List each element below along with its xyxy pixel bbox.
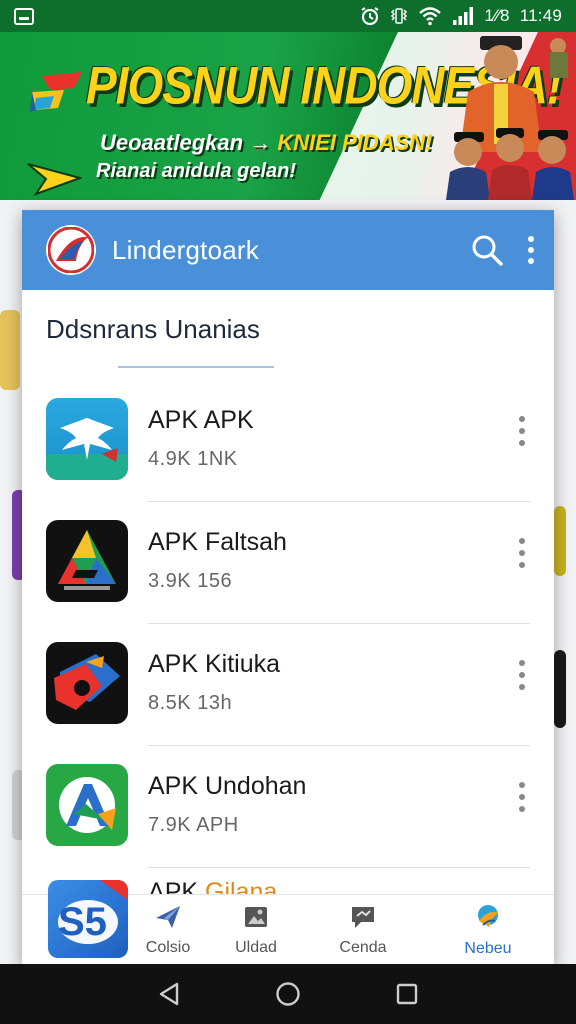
green-check-logo-icon xyxy=(46,764,128,846)
banner-people-illustration xyxy=(446,32,576,200)
screen: 1⁄⁄8 11:49 PIOSNUN INDONESIA! Ueoaatlegk… xyxy=(0,0,576,1024)
banner-subtitle-1: Ueoaatlegkan → KNIEI PIDASN! xyxy=(100,130,433,156)
nav-item-nebeu[interactable]: Nebeu xyxy=(422,895,554,966)
app-meta: 7.9K APH xyxy=(148,814,239,836)
notification-icon xyxy=(14,7,34,25)
app-title: Lindergtoark xyxy=(112,234,259,265)
search-icon[interactable] xyxy=(470,233,504,267)
floating-app-label: S5 xyxy=(58,900,107,944)
app-logo-icon[interactable] xyxy=(46,225,96,275)
nav-item-uldad[interactable]: Uldad xyxy=(208,895,304,966)
background-card xyxy=(0,310,20,390)
list-item[interactable]: APK Kitiuka 8.5K 13h xyxy=(22,624,554,746)
recents-square-icon[interactable] xyxy=(396,983,418,1005)
chat-icon xyxy=(349,904,377,935)
background-card xyxy=(554,506,566,576)
partial-title-prefix: ΛPK xyxy=(148,878,205,894)
banner-subtitle-arrow: → xyxy=(249,130,272,155)
back-triangle-icon[interactable] xyxy=(158,982,180,1006)
nav-item-colsio[interactable]: Colsio xyxy=(128,895,208,966)
app-bar-actions xyxy=(470,233,536,267)
triangle-logo-icon xyxy=(46,520,128,602)
list-item[interactable]: APK Undohan 7.9K APH xyxy=(22,746,554,868)
section-title: Ddsnrans Unanias xyxy=(46,314,260,344)
list-item[interactable]: APK APK 4.9K 1NK xyxy=(22,380,554,502)
nav-item-cenda[interactable]: Cenda xyxy=(304,895,422,966)
bird-icon xyxy=(473,903,503,936)
list-item[interactable]: APK Faltsah 3.9K 156 xyxy=(22,502,554,624)
more-vertical-icon[interactable] xyxy=(514,780,530,814)
app-bar: Lindergtoark xyxy=(22,210,554,290)
signal-icon xyxy=(452,6,474,26)
status-bar: 1⁄⁄8 11:49 xyxy=(0,0,576,32)
banner-subtitle-left: Ueoaatlegkan xyxy=(100,130,244,155)
alarm-icon xyxy=(360,6,380,26)
app-title: APK APK xyxy=(148,406,254,434)
promo-banner[interactable]: PIOSNUN INDONESIA! Ueoaatlegkan → KNIEI … xyxy=(0,32,576,200)
app-meta: 3.9K 156 xyxy=(148,570,233,592)
app-meta: 4.9K 1NK xyxy=(148,448,238,470)
banner-arrow-icon xyxy=(26,162,84,200)
app-title: APK Kitiuka xyxy=(148,650,281,678)
status-icons: 1⁄⁄8 11:49 xyxy=(360,6,562,26)
system-nav-bar xyxy=(0,964,576,1024)
clock: 11:49 xyxy=(519,6,562,25)
more-vertical-icon[interactable] xyxy=(514,414,530,448)
banner-subtitle-right: KNIEI PIDASN! xyxy=(277,130,433,155)
more-vertical-icon[interactable] xyxy=(514,536,530,570)
partial-list-item-title[interactable]: ΛPK Gilana xyxy=(148,878,277,894)
app-list-dialog: Lindergtoark Ddsnrans Unanias APK APK 4.… xyxy=(22,210,554,966)
wifi-icon xyxy=(418,6,442,26)
more-vertical-icon[interactable] xyxy=(526,235,536,265)
floating-app-icon[interactable]: S5 xyxy=(48,880,128,958)
section-underline xyxy=(118,366,274,368)
app-meta: 8.5K 13h xyxy=(148,692,233,714)
more-vertical-icon[interactable] xyxy=(514,658,530,692)
plane-icon xyxy=(154,904,182,935)
app-title: APK Faltsah xyxy=(148,528,287,556)
background-card xyxy=(554,650,566,728)
vibrate-icon xyxy=(390,7,408,25)
banner-logo-icon xyxy=(28,68,88,137)
image-upload-icon xyxy=(243,904,269,935)
app-title: APK Undohan xyxy=(148,772,307,800)
app-list: APK APK 4.9K 1NK APK Faltsah 3.9K 156 AP… xyxy=(22,380,554,868)
red-blue-arrow-icon xyxy=(46,642,128,724)
partial-title-suffix: Gilana xyxy=(205,878,278,894)
garuda-bird-icon xyxy=(46,398,128,480)
nav-label: Colsio xyxy=(145,939,191,956)
battery-text: 1⁄⁄8 xyxy=(484,6,510,25)
nav-label: Nebeu xyxy=(464,940,512,957)
home-circle-icon[interactable] xyxy=(275,981,301,1007)
nav-label: Cenda xyxy=(339,939,387,956)
banner-subtitle-2: Rianai anidula gelan! xyxy=(96,160,297,182)
nav-label: Uldad xyxy=(235,939,277,956)
